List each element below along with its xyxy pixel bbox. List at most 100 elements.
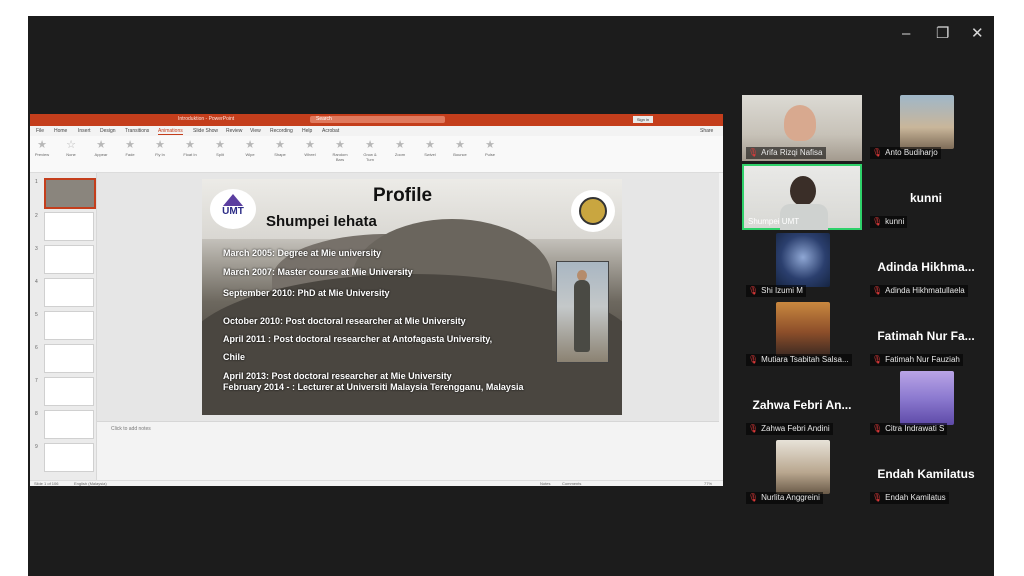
slide-thumbnail-7[interactable] <box>44 377 94 406</box>
participant-name-tag: Shumpei UMT <box>748 217 800 226</box>
tab-animations[interactable]: Animations <box>158 128 183 135</box>
participant-tile[interactable]: Adinda Hikhma... 🎙 Adinda Hikhmatullaela <box>866 233 986 299</box>
slide-thumbnail-9[interactable] <box>44 443 94 472</box>
animation-swivel[interactable]: ★ Swivel <box>420 138 440 162</box>
slide-number: 6 <box>35 345 38 351</box>
preview-button[interactable]: ★ Preview <box>32 138 52 162</box>
animation-zoom[interactable]: ★ Zoom <box>390 138 410 162</box>
participant-name-tag: 🎙 Arifa Rizqi Nafisa <box>746 147 826 159</box>
slide-thumbnail-3[interactable] <box>44 245 94 274</box>
tab-review[interactable]: Review <box>226 128 242 134</box>
tab-design[interactable]: Design <box>100 128 116 134</box>
star-icon: ★ <box>425 139 435 151</box>
animation-bounce[interactable]: ★ Bounce <box>450 138 470 162</box>
tab-file[interactable]: File <box>36 128 44 134</box>
ppt-search-box[interactable]: Search <box>310 116 445 123</box>
close-button[interactable]: ✕ <box>971 26 984 42</box>
profile-line: March 2005: Degree at Mie university <box>223 248 382 258</box>
star-icon: ★ <box>185 139 195 151</box>
tab-slide-show[interactable]: Slide Show <box>193 128 218 134</box>
mic-muted-icon: 🎙 <box>748 355 759 364</box>
star-icon: ★ <box>96 139 106 151</box>
slide-thumbnail-4[interactable] <box>44 278 94 307</box>
profile-line: October 2010: Post doctoral researcher a… <box>223 316 466 326</box>
participant-tile[interactable]: 🎙 Arifa Rizqi Nafisa <box>742 95 862 161</box>
star-icon: ★ <box>125 139 135 151</box>
notes-pane[interactable]: Click to add notes <box>97 421 719 481</box>
participant-tile[interactable]: 🎙 Shi Izumi M <box>742 233 862 299</box>
minimize-button[interactable]: – <box>902 26 910 42</box>
animation-grow-turn[interactable]: ★ Grow & Turn <box>360 138 380 162</box>
slide-thumbnail-5[interactable] <box>44 311 94 340</box>
slide-title: Profile <box>373 185 433 206</box>
slide-number: 1 <box>35 179 38 185</box>
ppt-sign-in-button[interactable]: Sign in <box>633 116 653 123</box>
share-button[interactable]: Share <box>700 128 713 134</box>
star-icon: ★ <box>275 139 285 151</box>
profile-line: Chile <box>223 352 246 362</box>
participant-display-name: Fatimah Nur Fa... <box>877 329 975 343</box>
tab-acrobat[interactable]: Acrobat <box>322 128 339 134</box>
restore-button[interactable]: ❐ <box>936 26 949 42</box>
profile-line: September 2010: PhD at Mie University <box>223 288 390 298</box>
ppt-window-title: Introduktion - PowerPoint <box>178 116 235 122</box>
tab-transitions[interactable]: Transitions <box>125 128 149 134</box>
animation-fade[interactable]: ★ Fade <box>120 138 140 162</box>
current-slide: Profile Shumpei Iehata UMT March 2005: D… <box>202 179 622 415</box>
participant-profile-picture <box>900 371 954 425</box>
animation-wheel[interactable]: ★ Wheel <box>300 138 320 162</box>
participant-profile-picture <box>776 233 830 287</box>
mic-muted-icon: 🎙 <box>872 493 883 502</box>
language-indicator: English (Malaysia) <box>74 481 107 486</box>
tab-help[interactable]: Help <box>302 128 312 134</box>
participant-name-tag: 🎙 Mutiara Tsabitah Salsa... <box>746 354 852 366</box>
participant-tile[interactable]: Zahwa Febri An... 🎙 Zahwa Febri Andini <box>742 371 862 437</box>
participant-tile[interactable]: Fatimah Nur Fa... 🎙 Fatimah Nur Fauziah <box>866 302 986 368</box>
notes-toggle[interactable]: Notes <box>540 481 550 486</box>
comments-toggle[interactable]: Comments <box>562 481 581 486</box>
animation-float-in[interactable]: ★ Float In <box>180 138 200 162</box>
animation-shape[interactable]: ★ Shape <box>270 138 290 162</box>
umt-logo-mark <box>223 194 243 206</box>
participant-tile[interactable]: Endah Kamilatus 🎙 Endah Kamilatus <box>866 440 986 506</box>
participant-tile[interactable]: 🎙 Nurlita Anggreini <box>742 440 862 506</box>
star-icon: ★ <box>365 139 375 151</box>
tab-recording[interactable]: Recording <box>270 128 293 134</box>
slide-number: 7 <box>35 378 38 384</box>
star-icon: ★ <box>485 139 495 151</box>
notes-placeholder: Click to add notes <box>111 426 151 432</box>
participant-name-tag: 🎙 Anto Budiharjo <box>870 147 941 159</box>
animation-split[interactable]: ★ Split <box>210 138 230 162</box>
slide-thumbnail-8[interactable] <box>44 410 94 439</box>
mic-muted-icon: 🎙 <box>748 424 759 433</box>
participant-tile[interactable]: kunni 🎙 kunni <box>866 164 986 230</box>
animation-none[interactable]: ☆ None <box>61 138 81 162</box>
participant-display-name: Zahwa Febri An... <box>752 398 852 412</box>
participant-name-tag: 🎙 Adinda Hikhmatullaela <box>870 285 968 297</box>
participant-profile-picture <box>900 95 954 149</box>
tab-view[interactable]: View <box>250 128 261 134</box>
slide-thumbnail-1[interactable] <box>44 178 96 209</box>
ppt-title-bar: Introduktion - PowerPoint Search Sign in <box>30 114 723 126</box>
profile-line: February 2014 - : Lecturer at Universiti… <box>223 382 524 392</box>
participant-tile-active-speaker[interactable]: Shumpei UMT <box>742 164 862 230</box>
mic-muted-icon: 🎙 <box>872 148 883 157</box>
tab-insert[interactable]: Insert <box>78 128 91 134</box>
slide-thumbnail-6[interactable] <box>44 344 94 373</box>
zoom-level[interactable]: 77% <box>704 481 712 486</box>
tab-home[interactable]: Home <box>54 128 67 134</box>
animation-appear[interactable]: ★ Appear <box>91 138 111 162</box>
participant-display-name: Adinda Hikhma... <box>877 260 975 274</box>
animation-pulse[interactable]: ★ Pulse <box>480 138 500 162</box>
participant-tile[interactable]: 🎙 Anto Budiharjo <box>866 95 986 161</box>
participant-name-tag: 🎙 Zahwa Febri Andini <box>746 423 833 435</box>
presenter-photo <box>556 261 609 363</box>
participant-tile[interactable]: 🎙 Mutiara Tsabitah Salsa... <box>742 302 862 368</box>
photo-person-body <box>574 280 590 352</box>
slide-thumbnail-pane: 1 2 3 4 5 6 7 8 9 <box>30 173 97 480</box>
animation-fly-in[interactable]: ★ Fly In <box>150 138 170 162</box>
animation-random-bars[interactable]: ★ Random Bars <box>330 138 350 162</box>
animation-wipe[interactable]: ★ Wipe <box>240 138 260 162</box>
slide-thumbnail-2[interactable] <box>44 212 94 241</box>
participant-tile[interactable]: 🎙 Citra Indrawati S <box>866 371 986 437</box>
